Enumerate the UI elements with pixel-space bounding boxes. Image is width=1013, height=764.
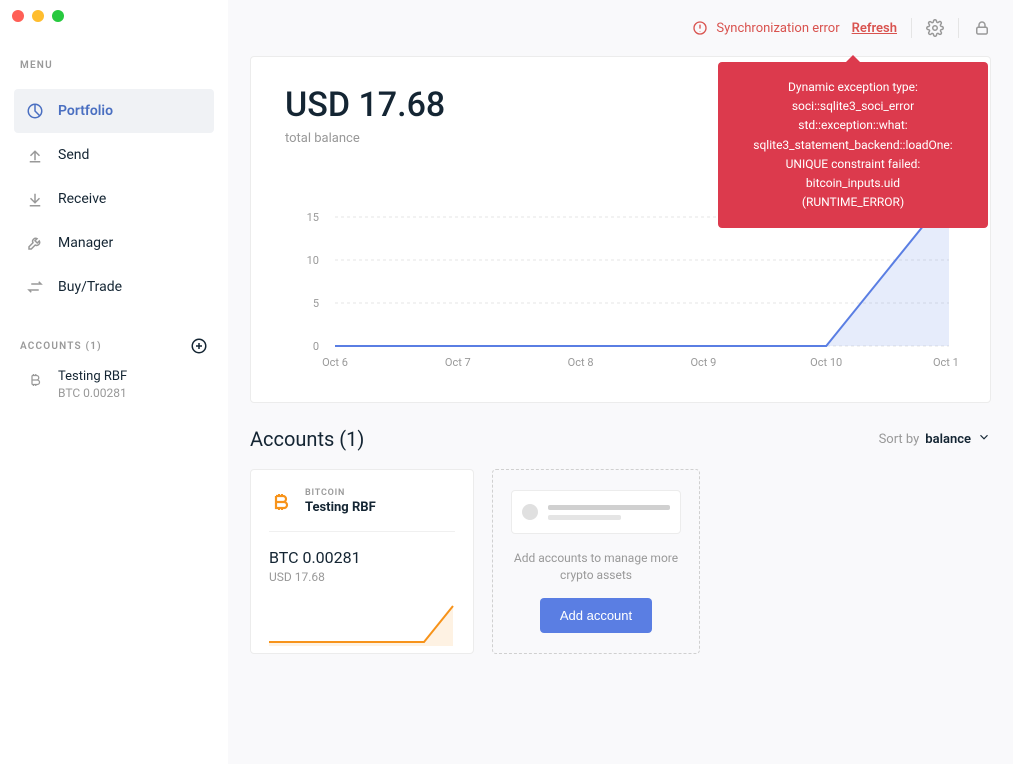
total-balance-amount: USD 17.68 <box>285 85 445 125</box>
sort-label: Sort by <box>879 432 920 447</box>
section-title: Accounts (1) <box>250 427 364 451</box>
lock-icon[interactable] <box>973 19 991 37</box>
minimize-window[interactable] <box>32 10 44 22</box>
svg-text:15: 15 <box>307 211 319 224</box>
svg-text:Oct 8: Oct 8 <box>568 356 594 369</box>
add-card-text: Add accounts to manage more crypto asset… <box>511 550 681 584</box>
sidebar-item-label: Manager <box>58 235 113 251</box>
pie-chart-icon <box>26 102 44 120</box>
svg-text:Oct 7: Oct 7 <box>445 356 471 369</box>
placeholder-graphic <box>511 490 681 534</box>
sync-error-banner: Synchronization error Refresh <box>692 20 897 36</box>
topbar: Synchronization error Refresh <box>228 0 1013 56</box>
svg-text:0: 0 <box>313 340 319 353</box>
svg-text:Oct 11: Oct 11 <box>933 356 959 369</box>
bitcoin-outline-icon <box>26 371 44 389</box>
add-account-card: Add accounts to manage more crypto asset… <box>492 469 700 654</box>
svg-text:Oct 10: Oct 10 <box>810 356 842 369</box>
card-fiat: USD 17.68 <box>269 570 455 584</box>
account-card[interactable]: BITCOIN Testing RBF BTC 0.00281 USD 17.6… <box>250 469 474 654</box>
chevron-down-icon <box>977 430 991 448</box>
swap-icon <box>26 278 44 296</box>
total-balance-label: total balance <box>285 131 445 146</box>
tools-icon <box>26 234 44 252</box>
svg-text:10: 10 <box>307 254 319 267</box>
account-name: Testing RBF <box>58 369 127 384</box>
sidebar-account-item[interactable]: Testing RBF BTC 0.00281 <box>14 355 214 414</box>
error-icon <box>692 20 708 36</box>
error-tooltip: Dynamic exception type: soci::sqlite3_so… <box>718 62 988 228</box>
sidebar-item-portfolio[interactable]: Portfolio <box>14 89 214 133</box>
accounts-header-label: ACCOUNTS (1) <box>20 341 102 352</box>
divider <box>911 18 912 38</box>
account-balance: BTC 0.00281 <box>58 386 127 400</box>
accounts-header-row: ACCOUNTS (1) <box>14 337 214 355</box>
sidebar-item-buy-trade[interactable]: Buy/Trade <box>14 265 214 309</box>
sort-value: balance <box>925 432 971 447</box>
error-text: Synchronization error <box>716 21 839 36</box>
svg-text:Oct 9: Oct 9 <box>690 356 716 369</box>
sidebar-item-receive[interactable]: Receive <box>14 177 214 221</box>
arrow-down-icon <box>26 190 44 208</box>
refresh-link[interactable]: Refresh <box>852 21 897 36</box>
arrow-up-icon <box>26 146 44 164</box>
sidebar-item-label: Receive <box>58 191 106 207</box>
add-account-icon[interactable] <box>190 337 208 355</box>
coin-label: BITCOIN <box>305 488 376 498</box>
add-account-button[interactable]: Add account <box>540 598 652 633</box>
accounts-section: Accounts (1) Sort by balance <box>228 427 1013 684</box>
card-account-name: Testing RBF <box>305 500 376 515</box>
menu-header: MENU <box>14 60 214 71</box>
sort-dropdown[interactable]: Sort by balance <box>879 430 991 448</box>
sidebar-item-label: Buy/Trade <box>58 279 122 295</box>
sidebar-item-manager[interactable]: Manager <box>14 221 214 265</box>
close-window[interactable] <box>12 10 24 22</box>
sidebar: MENU Portfolio Send Receive Manager <box>0 0 228 764</box>
bitcoin-icon <box>269 490 293 514</box>
sparkline <box>269 602 455 646</box>
window-traffic-lights <box>12 10 64 22</box>
svg-text:Oct 6: Oct 6 <box>322 356 348 369</box>
divider <box>958 18 959 38</box>
card-balance: BTC 0.00281 <box>269 548 455 567</box>
maximize-window[interactable] <box>52 10 64 22</box>
sidebar-item-send[interactable]: Send <box>14 133 214 177</box>
sidebar-item-label: Send <box>58 147 89 163</box>
svg-text:5: 5 <box>313 297 319 310</box>
total-balance-block: USD 17.68 total balance <box>285 85 445 146</box>
main-content: Synchronization error Refresh Dynamic ex… <box>228 0 1013 764</box>
settings-icon[interactable] <box>926 19 944 37</box>
sidebar-item-label: Portfolio <box>58 103 113 119</box>
